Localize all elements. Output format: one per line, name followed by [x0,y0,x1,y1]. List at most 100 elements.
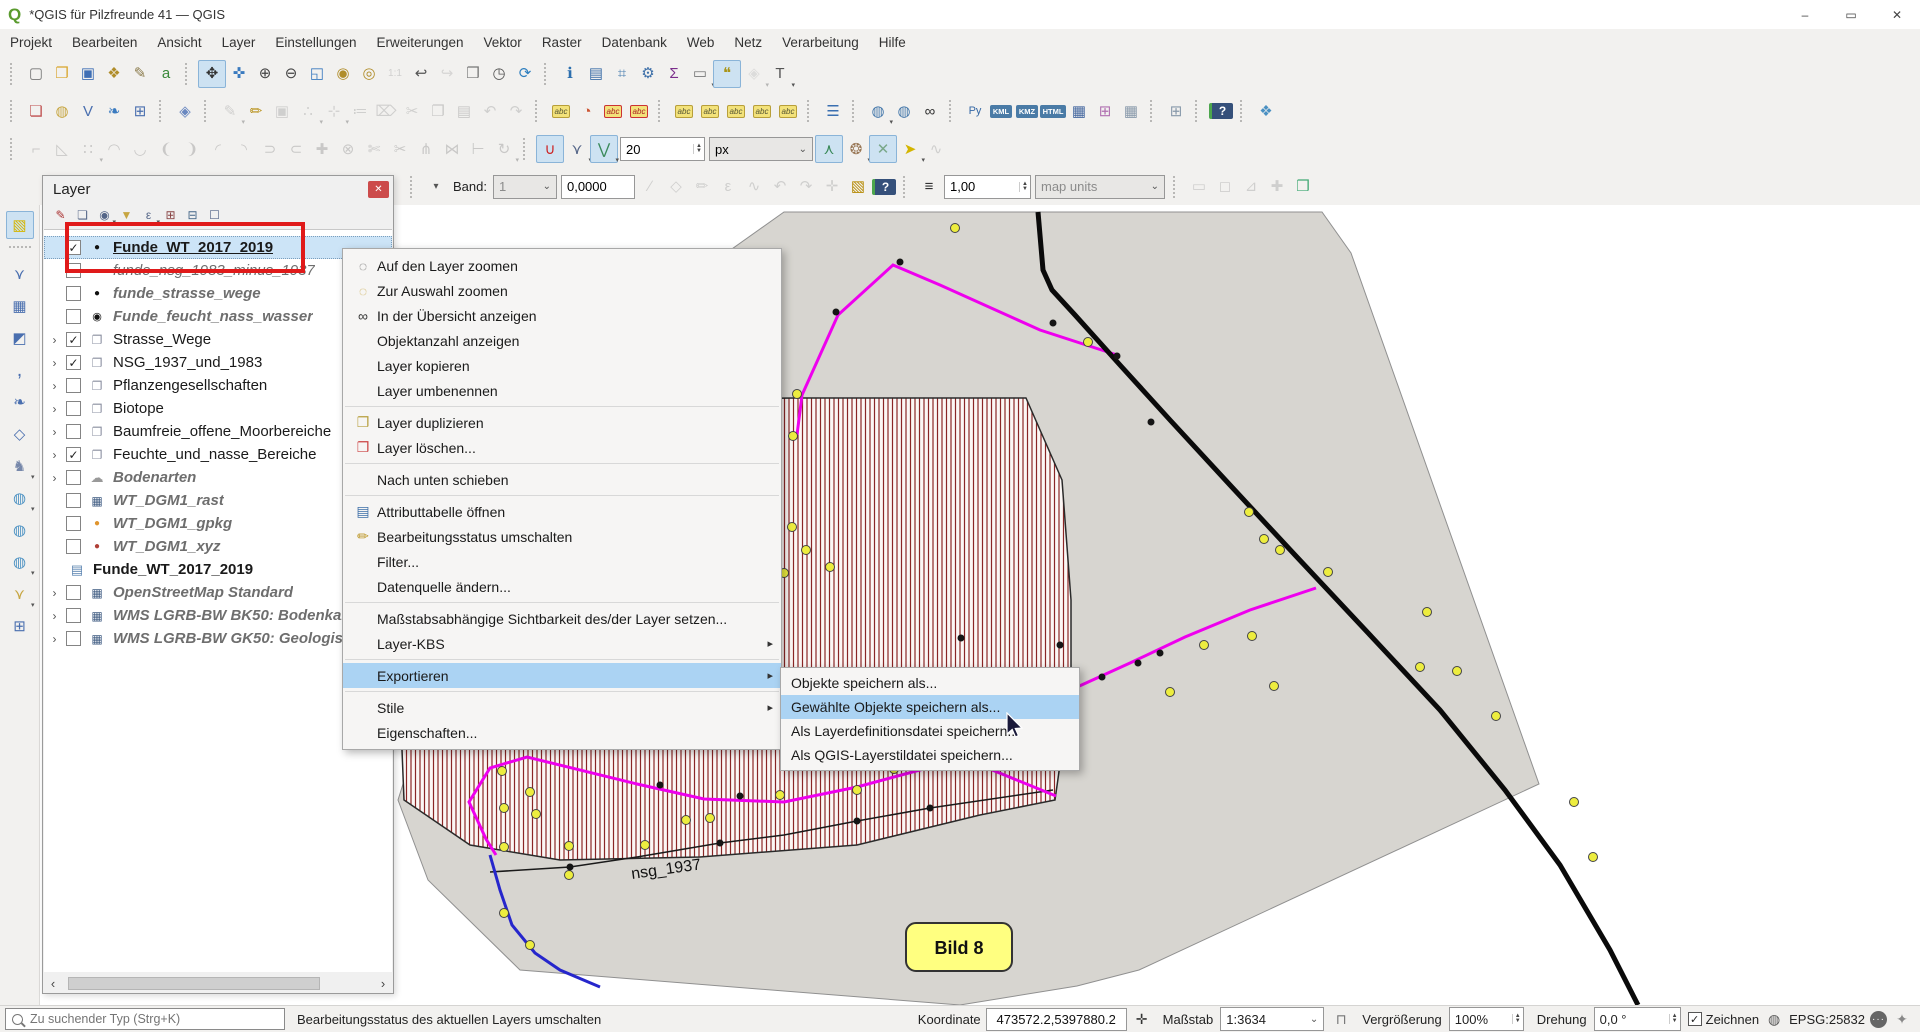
minimize-button[interactable]: – [1782,0,1828,29]
highlight-pinned-labels-icon[interactable]: abc [626,98,652,124]
zoom-last-icon[interactable]: ↩ [408,61,434,87]
create-grid-icon[interactable]: ⊞ [1163,98,1189,124]
stroke-width[interactable]: 1,00▲▼ [944,175,1031,199]
crs-globe-icon[interactable]: ◍ [1764,1011,1784,1028]
menu-netz[interactable]: Netz [724,35,772,50]
metasearch-icon[interactable]: ◍▾ [865,98,891,124]
layer-item-bodenarten[interactable]: ›☁Bodenarten [44,466,392,489]
layer-labeling-icon[interactable]: abc [548,98,574,124]
layer-item-wt-dgm1-xyz[interactable]: ●WT_DGM1_xyz [44,535,392,558]
measure-icon[interactable]: ▭▾ [687,61,713,87]
new-shapefile-layer-icon[interactable]: V [75,98,101,124]
add-spatialite-layer-icon[interactable]: ❧ [7,389,33,415]
avoid-overlap-icon[interactable]: ❂▾ [843,136,869,162]
raster-paint-tool-icon[interactable]: ▧ [845,174,871,200]
show-sum-icon[interactable]: Σ [661,61,687,87]
new-project-icon[interactable]: ▢ [23,61,49,87]
layer-checkbox[interactable] [66,378,81,393]
expand-arrow-icon[interactable]: › [48,356,61,370]
rotate-label-icon[interactable]: abc [749,98,775,124]
layer-item-pflanzengesellschaften[interactable]: ›❐Pflanzengesellschaften [44,374,392,397]
add-postgis-layer-icon[interactable]: ♞▾ [7,453,33,479]
menu-item-eigenschaften[interactable]: Eigenschaften... [343,720,781,745]
snap-to-vertex-icon[interactable]: ⋁▾ [590,135,618,163]
refresh-map-icon[interactable]: ⟳ [512,61,538,87]
add-raster-layer-icon[interactable]: ▦ [7,293,33,319]
menu-item-ma-stabsabh-ngige-sichtbarkeit-des-der-layer-setzen[interactable]: Maßstabsabhängige Sichtbarkeit des/der L… [343,606,781,631]
layer-item-funde-feucht-nass-wasser[interactable]: ◉Funde_feucht_nass_wasser [44,305,392,328]
pin-labels-icon[interactable]: abc [600,98,626,124]
add-virtual-layer-icon[interactable]: ◇ [7,421,33,447]
colored-grid-icon[interactable]: ⊞ [1092,98,1118,124]
menu-item-datenquelle-ndern[interactable]: Datenquelle ändern... [343,574,781,599]
filter-by-expression-icon[interactable]: ε▾ [139,205,158,224]
layer-checkbox[interactable]: ✓ [66,240,81,255]
toggle-editing-icon[interactable]: ✏ [243,98,269,124]
expand-arrow-icon[interactable]: › [48,402,61,416]
menu-projekt[interactable]: Projekt [0,35,62,50]
menu-erweiterungen[interactable]: Erweiterungen [366,35,473,50]
menu-item-layer-kopieren[interactable]: Layer kopieren [343,353,781,378]
search-layers-icon[interactable]: ◍ [891,98,917,124]
show-hide-labels-icon[interactable]: abc [697,98,723,124]
zoom-full-icon[interactable]: ◱ [304,61,330,87]
layout-manager-icon[interactable]: ✎ [127,61,153,87]
layer-checkbox[interactable] [66,263,81,278]
add-delimited-text-layer-icon[interactable]: , [7,357,33,383]
zoom-to-layer-icon[interactable]: ◎ [356,61,382,87]
menu-web[interactable]: Web [677,35,725,50]
scroll-right-arrow[interactable]: › [376,977,390,990]
menu-item-layer-duplizieren[interactable]: ❐Layer duplizieren [343,410,781,435]
layer-item-wms-lgrb-bw-bk50-bodenkarte[interactable]: ›▦WMS LGRB-BW BK50: Bodenkarte [44,604,392,627]
close-button[interactable]: ✕ [1874,0,1920,29]
add-mesh-layer-icon[interactable]: ◩ [7,325,33,351]
snap-tolerance[interactable]: 20▲▼ [620,137,705,161]
menu-item-bearbeitungsstatus-umschalten[interactable]: ✏Bearbeitungsstatus umschalten [343,524,781,549]
tile-tools-icon[interactable]: ▦ [1066,98,1092,124]
move-label-diagram-icon[interactable]: abc [723,98,749,124]
manage-map-themes-icon[interactable]: ◉▾ [95,205,114,224]
add-wms-layer-icon[interactable]: ◍▾ [7,485,33,511]
help-contents-icon[interactable]: ? [1208,98,1234,124]
statistical-summary-icon[interactable]: ⌗ [609,61,635,87]
filter-legend-icon[interactable]: ▼ [117,205,136,224]
open-project-icon[interactable]: ❐ [49,61,75,87]
menu-item-auf-den-layer-zoomen[interactable]: ◌Auf den Layer zoomen [343,253,781,278]
topology-checker-icon[interactable]: ❖ [1253,98,1279,124]
messages-icon[interactable]: ··· [1870,1011,1887,1028]
pan-map-icon[interactable]: ✥ [198,60,226,88]
profile-tool-icon[interactable]: ❒ [1290,174,1316,200]
panel-close-button[interactable]: ✕ [368,181,389,198]
render-checkbox[interactable]: ✓Zeichnen [1688,1012,1759,1027]
layer-item-funde-wt-2017-2019[interactable]: ▤Funde_WT_2017_2019 [44,558,392,581]
rotation-spin[interactable]: 0,0 °▲▼ [1594,1007,1681,1031]
expand-arrow-icon[interactable]: › [48,632,61,646]
menu-einstellungen[interactable]: Einstellungen [265,35,366,50]
add-layer-group-icon[interactable]: ◍ [49,98,75,124]
collapse-all-icon[interactable]: ⊟ [183,205,202,224]
new-geopackage-layer-icon[interactable]: ❧ [101,98,127,124]
submenu-item-als-qgis-layerstildatei-speichern[interactable]: Als QGIS-Layerstildatei speichern... [781,743,1079,767]
layer-item-openstreetmap-standard[interactable]: ›▦OpenStreetMap Standard [44,581,392,604]
identify-features-icon[interactable]: ℹ [557,61,583,87]
horizontal-scrollbar[interactable]: ‹ › [46,976,390,991]
layer-checkbox[interactable] [66,631,81,646]
layer-checkbox[interactable] [66,585,81,600]
layer-item-strasse-wege[interactable]: ›✓❐Strasse_Wege [44,328,392,351]
menu-item-layer-umbenennen[interactable]: Layer umbenennen [343,378,781,403]
menu-ansicht[interactable]: Ansicht [147,35,211,50]
new-memory-layer-icon[interactable]: ⊞ [127,98,153,124]
text-annotation-icon[interactable]: T▾ [767,61,793,87]
layer-item-wms-lgrb-bw-gk50-geologische-karte[interactable]: ›▦WMS LGRB-BW GK50: Geologische Karte [44,627,392,650]
pan-to-selection-icon[interactable]: ✜ [226,61,252,87]
magnifier-spin[interactable]: 100%▲▼ [1449,1007,1524,1031]
expand-arrow-icon[interactable]: › [48,333,61,347]
expand-arrow-icon[interactable]: › [48,379,61,393]
new-map-view-icon[interactable]: ❒ [460,61,486,87]
band-value[interactable]: 0,0000 [561,175,635,199]
menu-bearbeiten[interactable]: Bearbeiten [62,35,147,50]
expand-arrow-icon[interactable]: › [48,471,61,485]
menu-item-in-der-bersicht-anzeigen[interactable]: ∞In der Übersicht anzeigen [343,303,781,328]
coordinate-input[interactable] [986,1008,1127,1031]
menu-datenbank[interactable]: Datenbank [592,35,677,50]
